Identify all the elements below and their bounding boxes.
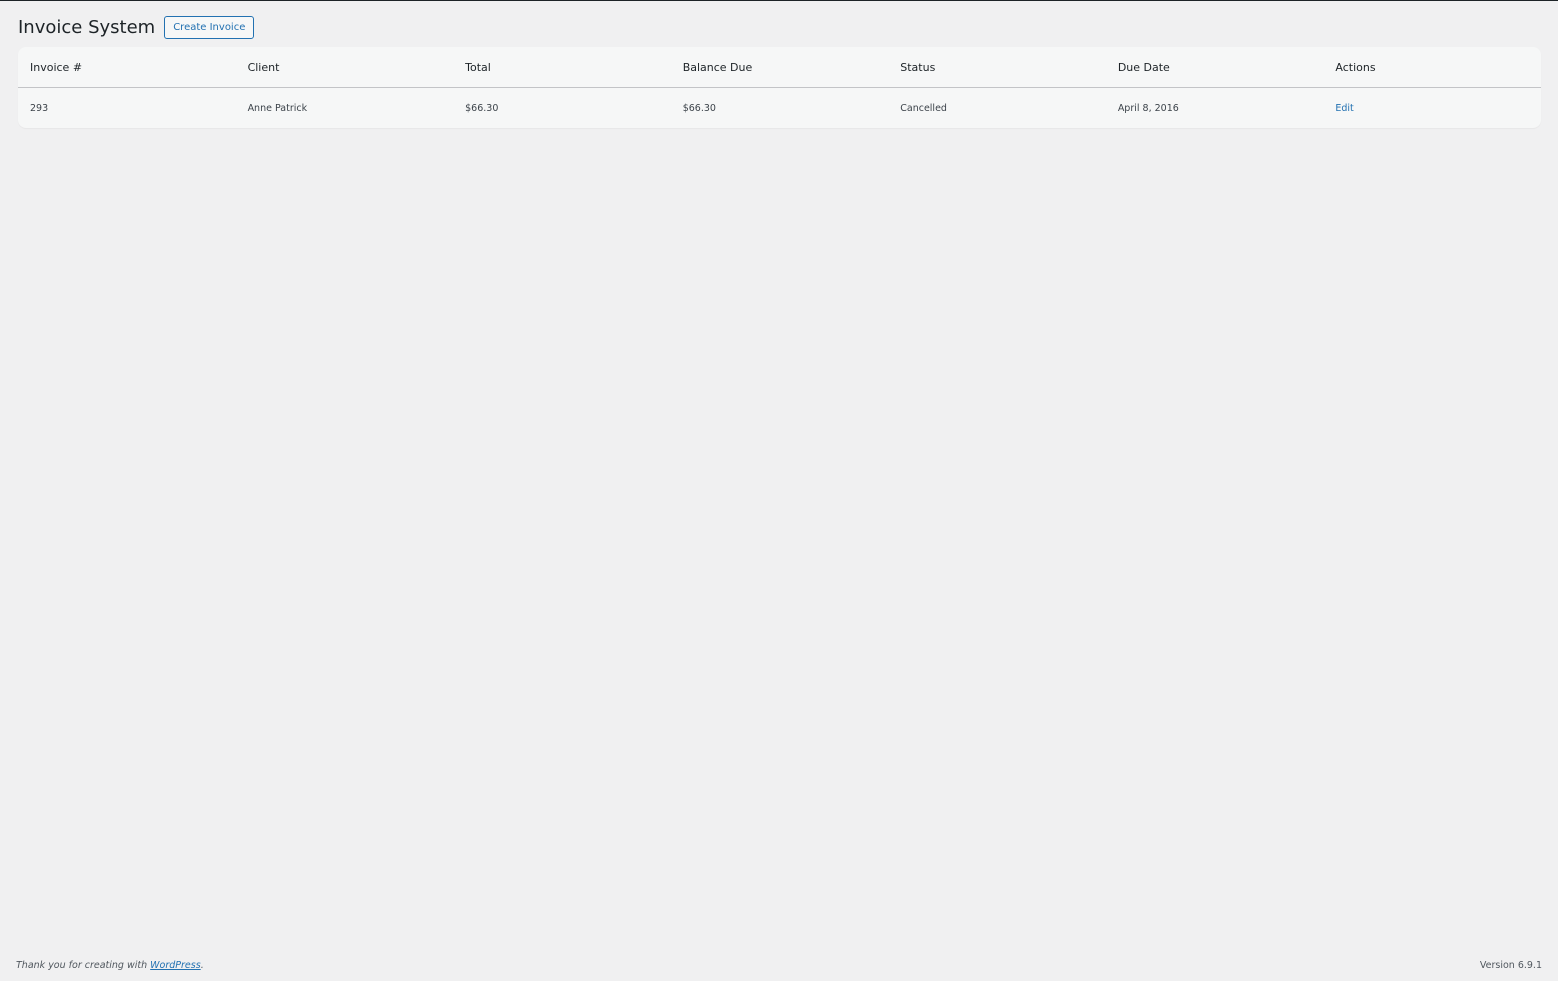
column-actions: Actions [1323, 47, 1541, 88]
total: $66.30 [465, 102, 499, 114]
wordpress-link[interactable]: WordPress [150, 960, 201, 971]
status: Cancelled [900, 102, 947, 114]
footer-thanks-text: Thank you for creating with [16, 960, 151, 971]
column-total[interactable]: Total [453, 47, 671, 88]
column-due-date[interactable]: Due Date [1105, 47, 1324, 88]
page-title: Invoice System [18, 17, 156, 38]
balance-due: $66.30 [682, 102, 716, 114]
page-header: Invoice System Create Invoice [18, 16, 255, 39]
column-invoice[interactable]: Invoice # [18, 47, 236, 88]
version-text: Version 6.9.1 [1479, 960, 1542, 971]
table-header-row: Invoice # Client Total Balance Due Statu… [18, 47, 1541, 88]
invoice-table-card: Invoice # Client Total Balance Due Statu… [18, 47, 1541, 128]
footer: Thank you for creating with WordPress. V… [16, 960, 1542, 971]
invoice-number: 293 [30, 102, 49, 114]
column-status[interactable]: Status [888, 47, 1106, 88]
actions-cell: Edit [1323, 88, 1541, 129]
footer-thanks: Thank you for creating with WordPress. [16, 960, 204, 971]
table-row: 293 Anne Patrick $66.30 $66.30 Cancelled… [18, 88, 1541, 129]
footer-period: . [200, 960, 204, 971]
invoice-table: Invoice # Client Total Balance Due Statu… [18, 47, 1541, 128]
edit-link[interactable]: Edit [1335, 103, 1353, 114]
column-balance-due[interactable]: Balance Due [670, 47, 889, 88]
client-name: Anne Patrick [247, 102, 308, 114]
due-date: April 8, 2016 [1117, 102, 1179, 114]
column-client[interactable]: Client [235, 47, 454, 88]
create-invoice-button[interactable]: Create Invoice [164, 16, 255, 39]
